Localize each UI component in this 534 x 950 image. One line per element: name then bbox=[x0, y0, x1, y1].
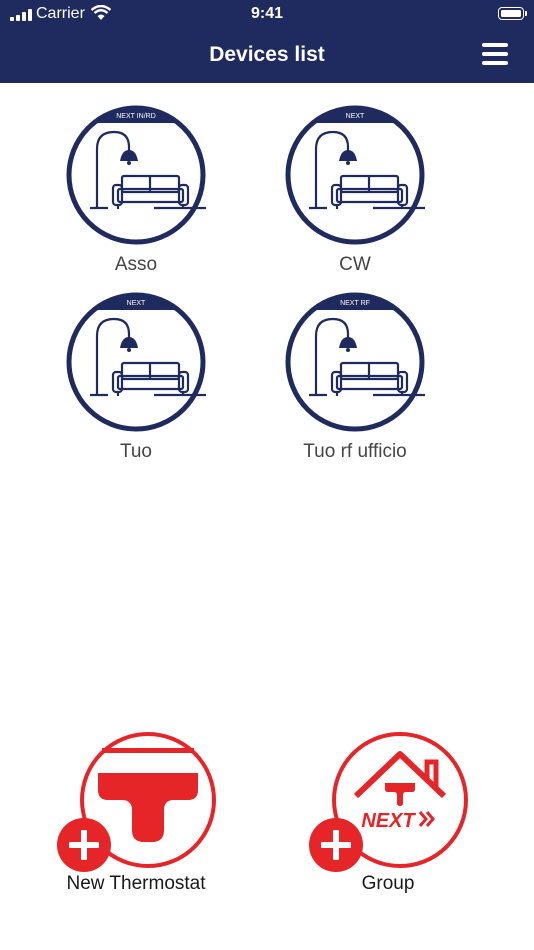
status-bar: Carrier 9:41 bbox=[0, 0, 534, 28]
device-name: CW bbox=[339, 254, 371, 275]
device-card[interactable]: NEXT CW bbox=[245, 105, 465, 280]
device-model-label: NEXT bbox=[127, 300, 146, 307]
device-model-label: NEXT RF bbox=[340, 300, 370, 307]
device-name: Asso bbox=[114, 254, 158, 275]
living-room-icon: NEXT RF bbox=[285, 292, 425, 432]
living-room-icon: NEXT bbox=[285, 105, 425, 245]
device-name: Tuo rf ufficio bbox=[303, 441, 407, 462]
group-label: Group bbox=[361, 873, 415, 894]
device-card[interactable]: NEXT RF Tuo rf ufficio bbox=[245, 292, 465, 467]
next-house-add-icon: NEXT bbox=[309, 732, 468, 872]
living-room-icon: NEXT IN/RD bbox=[66, 105, 206, 245]
living-room-icon: NEXT bbox=[66, 292, 206, 432]
page-title: Devices list bbox=[209, 43, 325, 66]
device-card[interactable]: NEXT IN/RD Asso bbox=[26, 105, 246, 280]
device-name: Tuo bbox=[119, 441, 153, 462]
status-time: 9:41 bbox=[250, 5, 284, 22]
navigation-bar: Carrier 9:41 Devices list bbox=[0, 0, 534, 83]
new-thermostat-button[interactable]: New Thermostat bbox=[6, 730, 266, 910]
battery-icon bbox=[498, 7, 527, 20]
hamburger-menu-icon[interactable] bbox=[482, 43, 508, 65]
device-model-label: NEXT bbox=[346, 113, 365, 120]
next-logo-text: NEXT bbox=[361, 810, 416, 832]
thermostat-logo-add-icon bbox=[57, 732, 216, 872]
group-button[interactable]: NEXT Group bbox=[258, 730, 518, 910]
device-model-label: NEXT IN/RD bbox=[116, 113, 156, 120]
new-thermostat-label: New Thermostat bbox=[66, 873, 206, 894]
device-card[interactable]: NEXT Tuo bbox=[26, 292, 246, 467]
